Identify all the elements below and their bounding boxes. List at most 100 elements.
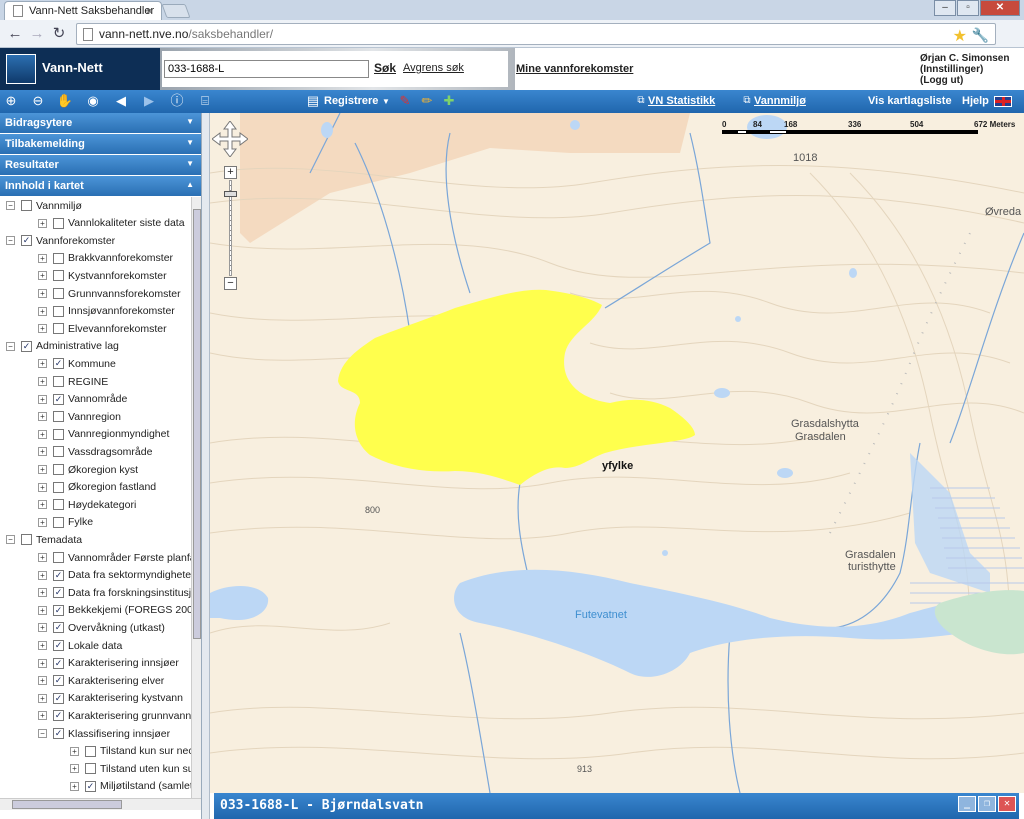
address-bar[interactable]: vann-nett.nve.no/saksbehandler/ ★ 🔧	[76, 23, 996, 45]
tree-node[interactable]: + ✓ Karakterisering elver	[38, 672, 164, 689]
tree-node[interactable]: − Temadata	[6, 531, 82, 548]
expand-icon[interactable]: +	[38, 447, 47, 457]
layer-checkbox[interactable]	[53, 552, 64, 563]
expand-icon[interactable]: +	[38, 465, 47, 474]
help-link[interactable]: Hjelp	[962, 95, 989, 107]
brand[interactable]: Vann-Nett	[0, 48, 160, 90]
tree-node[interactable]: + Vannlokaliteter siste data	[38, 215, 185, 232]
expand-icon[interactable]: +	[38, 588, 47, 598]
map-canvas[interactable]: 1018 Øvreda Grasdalshytta Grasdalen yfyl…	[210, 113, 1024, 793]
layer-checkbox[interactable]: ✓	[53, 657, 64, 669]
refine-search-link[interactable]: Avgrens søk	[403, 62, 464, 74]
layer-checkbox[interactable]	[85, 745, 96, 757]
tree-horizontal-scrollbar[interactable]	[0, 798, 201, 810]
forward-icon[interactable]: →	[26, 23, 48, 45]
expand-icon[interactable]: +	[38, 377, 47, 386]
panel-minimize-button[interactable]: _	[958, 796, 976, 812]
my-waterbodies-link[interactable]: Mine vannforekomster	[516, 63, 633, 75]
tree-node[interactable]: + ✓ Data fra forskningsinstitusj	[38, 584, 191, 601]
tree-node[interactable]: − ✓ Klassifisering innsjøer	[38, 725, 170, 742]
zoom-slider[interactable]: + −	[224, 166, 238, 290]
layer-checkbox[interactable]	[53, 305, 64, 317]
tree-node[interactable]: + ✓ Karakterisering innsjøer	[38, 655, 179, 672]
zoom-minus-button[interactable]: −	[224, 277, 237, 290]
pencil-icon[interactable]: ✏	[418, 92, 436, 110]
pan-hand-icon[interactable]: ✋	[56, 92, 74, 110]
sidebar-splitter[interactable]	[202, 113, 210, 819]
zoom-handle[interactable]	[224, 191, 237, 197]
expand-icon[interactable]: +	[38, 482, 47, 492]
layer-checkbox[interactable]: ✓	[53, 728, 64, 739]
accordion-map-contents[interactable]: Innhold i kartet ▲	[0, 176, 201, 196]
browser-tab[interactable]: Vann-Nett Saksbehandler ×	[4, 1, 162, 20]
layer-checkbox[interactable]	[53, 446, 64, 458]
expand-icon[interactable]: +	[38, 517, 47, 527]
layer-checkbox[interactable]: ✓	[53, 587, 64, 599]
tree-node[interactable]: + Vannregionmyndighet	[38, 426, 169, 443]
tree-node[interactable]: + ✓ Bekkekjemi (FOREGS 2008	[38, 602, 191, 619]
expand-icon[interactable]: +	[38, 289, 47, 298]
expand-icon[interactable]: +	[38, 623, 47, 633]
panel-close-button[interactable]: ✕	[998, 796, 1016, 812]
tree-node[interactable]: + Fylke	[38, 514, 93, 531]
tree-node[interactable]: + Økoregion fastland	[38, 479, 156, 496]
tab-close-icon[interactable]: ×	[146, 4, 153, 18]
waterbody-panel[interactable]: 033-1688-L - Bjørndalsvatn _ ❐ ✕	[214, 793, 1019, 819]
expand-icon[interactable]: +	[38, 553, 47, 562]
tree-node[interactable]: − ✓ Vannforekomster	[6, 232, 115, 249]
layer-checkbox[interactable]	[53, 288, 64, 299]
expand-icon[interactable]: +	[38, 693, 47, 703]
expand-icon[interactable]: +	[38, 359, 47, 369]
layer-checkbox[interactable]: ✓	[53, 358, 64, 370]
layer-checkbox[interactable]	[53, 217, 64, 229]
water-environment-link[interactable]: Vannmiljø	[754, 95, 806, 107]
tree-node[interactable]: + ✓ Kommune	[38, 355, 116, 372]
register-icon[interactable]: ▤	[304, 92, 322, 110]
layer-checkbox[interactable]	[53, 499, 64, 511]
expand-icon[interactable]: +	[38, 429, 47, 439]
maximize-button[interactable]: ▫	[957, 0, 979, 16]
zoom-globe-icon[interactable]: ◉	[84, 92, 102, 110]
zoom-plus-button[interactable]: +	[224, 166, 237, 179]
tree-node[interactable]: + Innsjøvannforekomster	[38, 303, 175, 320]
layer-checkbox[interactable]	[53, 376, 64, 387]
search-input[interactable]	[164, 60, 369, 78]
layer-checkbox[interactable]: ✓	[53, 710, 64, 722]
layer-checkbox[interactable]	[21, 534, 32, 546]
measure-icon[interactable]: ⌸	[196, 92, 214, 110]
minimize-button[interactable]: –	[934, 0, 956, 16]
layer-checkbox[interactable]	[21, 200, 32, 211]
accordion-contributors[interactable]: Bidragsytere ▼	[0, 113, 201, 133]
tree-node[interactable]: + Grunnvannsforekomster	[38, 285, 181, 302]
tree-node[interactable]: + ✓ Vannområde	[38, 391, 127, 408]
tree-vertical-scrollbar[interactable]	[191, 197, 201, 804]
tree-node[interactable]: + Høydekategori	[38, 496, 136, 513]
expand-icon[interactable]: +	[38, 253, 47, 263]
layer-checkbox[interactable]	[53, 323, 64, 335]
expand-icon[interactable]: +	[70, 764, 79, 774]
bookmark-star-icon[interactable]: ★	[953, 26, 967, 46]
close-window-button[interactable]: ✕	[980, 0, 1020, 16]
collapse-icon[interactable]: −	[6, 201, 15, 210]
tree-node[interactable]: + Vassdragsområde	[38, 443, 152, 460]
tree-node[interactable]: + Vannregion	[38, 408, 121, 425]
expand-icon[interactable]: +	[38, 394, 47, 404]
accordion-feedback[interactable]: Tilbakemelding ▼	[0, 134, 201, 154]
expand-icon[interactable]: +	[38, 500, 47, 510]
expand-icon[interactable]: +	[38, 218, 47, 228]
layer-list-link[interactable]: Vis kartlagsliste	[868, 95, 952, 107]
zoom-out-icon[interactable]: ⊖	[29, 92, 47, 110]
layer-checkbox[interactable]	[53, 464, 64, 475]
collapse-icon[interactable]: −	[6, 341, 15, 351]
settings-link[interactable]: (Innstillinger)	[920, 64, 1009, 75]
layer-checkbox[interactable]	[53, 270, 64, 282]
search-button[interactable]: Søk	[374, 61, 396, 75]
tree-node[interactable]: + ✓ Miljøtilstand (samlet	[70, 778, 191, 795]
expand-icon[interactable]: +	[38, 412, 47, 422]
collapse-icon[interactable]: −	[6, 236, 15, 246]
tree-node[interactable]: + Tilstand uten kun su	[70, 760, 191, 777]
tree-node[interactable]: + ✓ Karakterisering kystvann	[38, 690, 183, 707]
expand-icon[interactable]: +	[70, 781, 79, 791]
forward-arrow-icon[interactable]: ▶	[140, 92, 158, 110]
layer-checkbox[interactable]	[53, 252, 64, 264]
